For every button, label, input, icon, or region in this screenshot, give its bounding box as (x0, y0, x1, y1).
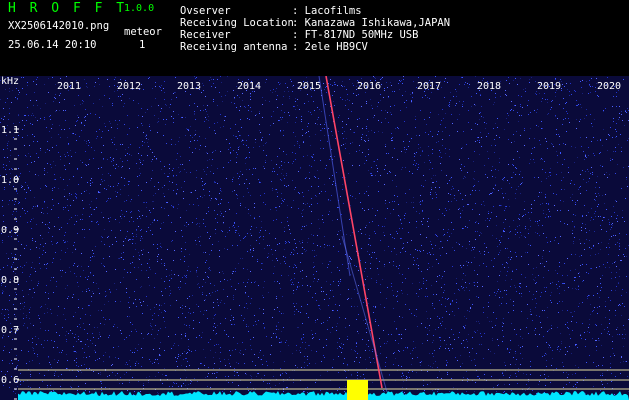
location-value: : Kanazawa Ishikawa,JAPAN (292, 17, 451, 29)
y-tick-label: 0.7 (1, 325, 19, 336)
top-label: 2019 (537, 81, 561, 92)
observer-value: : Lacofilms (292, 5, 362, 17)
top-label: 2015 (297, 81, 321, 92)
y-tick-label: 0.6 (1, 375, 19, 386)
antenna-value: : 2ele HB9CV (292, 41, 368, 53)
header-panel: H R O F F T 1.0.0 XX2506142010.png 25.06… (0, 0, 629, 76)
meteor-marker (347, 380, 368, 400)
y-tick-label: 1.0 (1, 175, 19, 186)
top-label: 2014 (237, 81, 261, 92)
top-label: 2012 (117, 81, 141, 92)
top-label: 2013 (177, 81, 201, 92)
location-label: Receiving Location (180, 17, 294, 29)
y-tick-label: 0.8 (1, 275, 19, 286)
file-name: XX2506142010.png (8, 20, 110, 32)
top-label: 2020 (597, 81, 621, 92)
y-tick-label: 0.9 (1, 225, 19, 236)
y-tick-label: 1.1 (1, 125, 19, 136)
observer-label: Ovserver (180, 5, 231, 17)
antenna-label: Receiving antenna (180, 41, 288, 53)
axis-unit: kHz (1, 76, 19, 87)
receiver-value: : FT-817ND 50MHz USB (292, 29, 419, 41)
top-label: 2016 (357, 81, 381, 92)
spectrogram: kHz 1.1 1.0 0.9 0.8 0.7 0.6 2011 2012 2013 2014 2… (0, 76, 629, 400)
top-label: 2018 (477, 81, 501, 92)
capture-datetime: 25.06.14 20:10 (8, 39, 97, 51)
top-label: 2011 (57, 81, 81, 92)
app-title: H R O F F T (8, 1, 128, 16)
app-version: 1.0.0 (124, 3, 155, 14)
top-label: 2017 (417, 81, 441, 92)
receiver-label: Receiver (180, 29, 231, 41)
meteor-count: 1 (139, 39, 146, 51)
spectrogram-background (0, 76, 629, 400)
meteor-label: meteor (124, 26, 162, 38)
